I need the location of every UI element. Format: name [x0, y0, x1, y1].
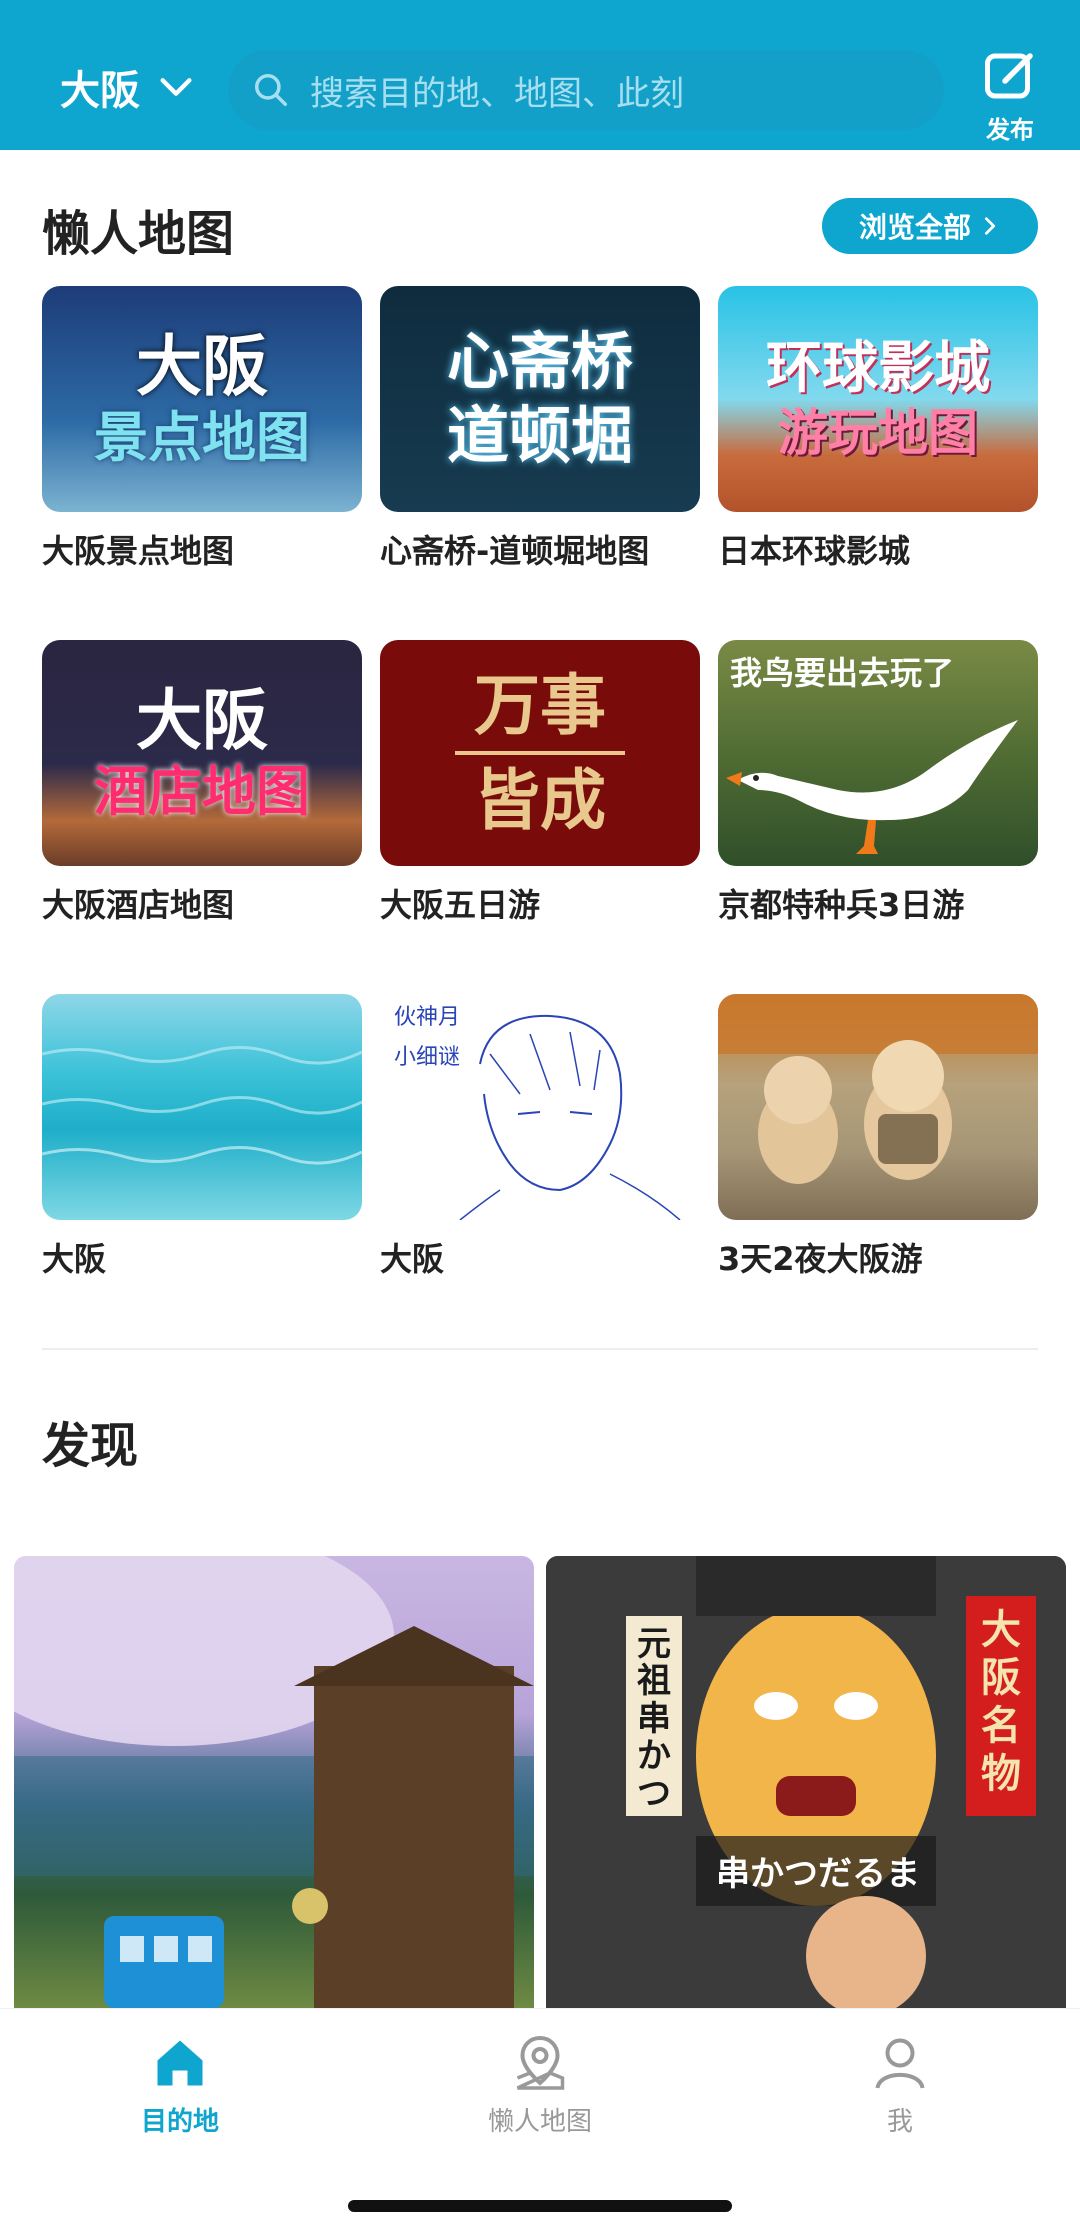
sign-left: 元祖串かつ	[637, 1624, 671, 1814]
map-card[interactable]: 大阪 景点地图 大阪景点地图	[42, 286, 362, 640]
map-card[interactable]: 大阪	[42, 994, 362, 1348]
map-card-caption: 心斋桥-道顿堀地图	[380, 532, 650, 570]
map-card-thumbnail: 大阪 景点地图	[42, 286, 362, 512]
sign-right: 大阪名物	[981, 1607, 1021, 1797]
thumb-text: 酒店地图	[94, 760, 310, 824]
map-card[interactable]: 大阪 酒店地图 大阪酒店地图	[42, 640, 362, 994]
discover-card[interactable]	[14, 1556, 534, 2008]
browse-all-button[interactable]: 浏览全部	[822, 198, 1038, 254]
thumb-text: 我鸟要出去玩了	[730, 654, 955, 692]
chevron-right-icon	[984, 217, 996, 235]
sketch-notes: 伙神月 小细谜	[380, 994, 460, 1077]
map-card-caption: 大阪	[380, 1240, 445, 1278]
thumb-text: 心斋桥	[446, 324, 633, 398]
thumb-text: 道顿堀	[446, 399, 633, 472]
map-pin-icon	[516, 2035, 565, 2090]
search-input[interactable]: 搜索目的地、地图、此刻	[228, 50, 944, 130]
map-card[interactable]: 环球影城 游玩地图 日本环球影城	[718, 286, 1038, 640]
search-icon	[255, 74, 287, 106]
map-card-caption: 大阪酒店地图	[42, 886, 235, 924]
map-card-thumbnail	[42, 994, 362, 1220]
publish-button[interactable]: 发布	[978, 46, 1042, 145]
map-card-thumbnail: 我鸟要出去玩了	[718, 640, 1038, 866]
tab-lazy-maps[interactable]: 懒人地图	[440, 2033, 640, 2138]
map-card-thumbnail: 伙神月 小细谜	[380, 994, 700, 1220]
map-card-thumbnail: 万事 皆成	[380, 640, 700, 866]
thumb-divider	[455, 751, 625, 755]
thumb-text: 景点地图	[94, 406, 310, 470]
tab-me[interactable]: 我	[800, 2033, 1000, 2138]
cats-photo	[718, 994, 1038, 1184]
thumb-text: 大阪	[136, 682, 268, 759]
map-card-caption: 大阪五日游	[380, 886, 541, 924]
lazy-maps-grid: 大阪 景点地图 大阪景点地图 心斋桥 道顿堀 心斋桥-道顿堀地图 环球影城 游玩…	[42, 286, 1038, 1348]
map-card[interactable]: 我鸟要出去玩了 京都特种兵3日游	[718, 640, 1038, 994]
sea-texture	[42, 1046, 362, 1165]
map-card[interactable]: 万事 皆成 大阪五日游	[380, 640, 700, 994]
lazy-maps-title: 懒人地图	[42, 206, 235, 262]
thumb-text: 万事	[474, 666, 606, 744]
city-label: 大阪	[60, 68, 140, 114]
thumb-text: 大阪	[136, 328, 268, 405]
map-card-thumbnail: 心斋桥 道顿堀	[380, 286, 700, 512]
browse-all-label: 浏览全部	[858, 211, 971, 244]
user-icon	[875, 2038, 925, 2089]
top-header: 大阪 搜索目的地、地图、此刻 发布	[0, 0, 1080, 150]
thumb-text: 皆成	[474, 762, 606, 839]
map-card-thumbnail: 环球影城 游玩地图	[718, 286, 1038, 512]
map-card-thumbnail	[718, 994, 1038, 1220]
map-card-caption: 3天2夜大阪游	[718, 1240, 923, 1278]
thumb-text: 环球影城	[766, 336, 990, 402]
banner-text: 串かつだるま	[716, 1854, 920, 1894]
search-placeholder: 搜索目的地、地图、此刻	[310, 73, 684, 114]
tab-destination[interactable]: 目的地	[80, 2033, 280, 2138]
map-card[interactable]: 3天2夜大阪游	[718, 994, 1038, 1348]
map-card-thumbnail: 大阪 酒店地图	[42, 640, 362, 866]
map-card[interactable]: 伙神月 小细谜 大阪	[380, 994, 700, 1348]
discover-card[interactable]: 元祖串かつ 大阪名物 串かつだるま	[546, 1556, 1066, 2008]
map-card-caption: 京都特种兵3日游	[718, 886, 965, 924]
edit-icon	[985, 53, 1033, 99]
tab-label: 我	[886, 2107, 913, 2137]
tab-label: 目的地	[140, 2107, 219, 2137]
publish-label: 发布	[986, 116, 1034, 144]
chevron-down-icon	[160, 78, 192, 96]
city-selector[interactable]: 大阪	[60, 58, 196, 116]
thumb-text: 伙神月	[394, 1005, 461, 1030]
tab-label: 懒人地图	[487, 2107, 592, 2137]
map-card-caption: 日本环球影城	[718, 532, 911, 570]
home-icon	[157, 2040, 203, 2086]
discover-title: 发现	[42, 1418, 139, 1474]
thumb-text: 游玩地图	[778, 403, 978, 462]
cherry-blossom-photo	[14, 1556, 534, 2008]
home-indicator	[348, 2200, 732, 2212]
section-divider	[42, 1348, 1038, 1350]
thumb-text: 小细谜	[394, 1044, 461, 1070]
map-card-caption: 大阪	[42, 1240, 107, 1278]
map-card-caption: 大阪景点地图	[42, 532, 235, 570]
map-card[interactable]: 心斋桥 道顿堀 心斋桥-道顿堀地图	[380, 286, 700, 640]
